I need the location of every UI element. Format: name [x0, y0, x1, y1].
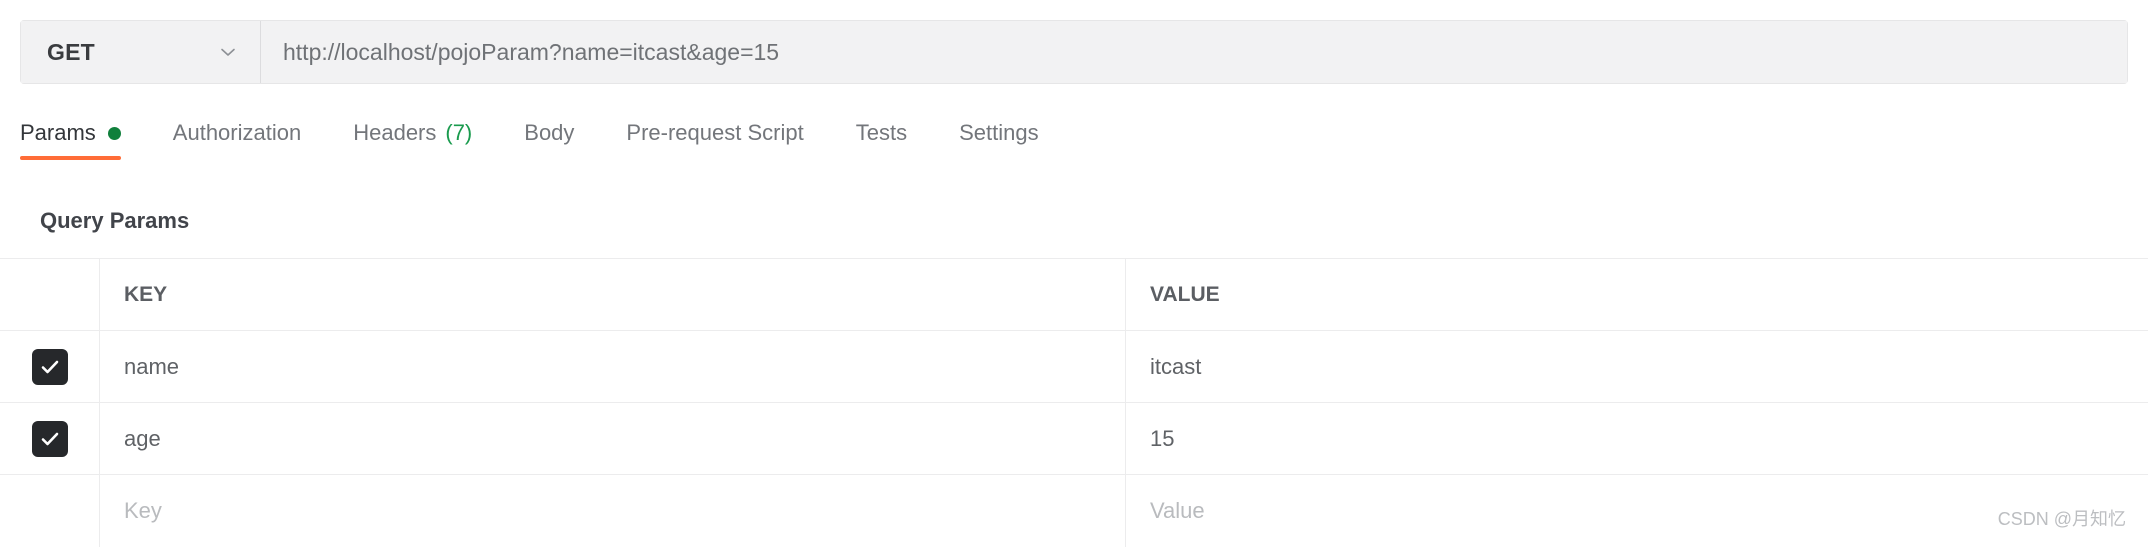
http-method-select[interactable]: GET	[21, 21, 261, 83]
watermark: CSDN @月知忆	[1997, 509, 2126, 529]
tab-headers-label: Headers	[353, 120, 437, 145]
table-header-row: KEY VALUE	[0, 259, 2148, 331]
http-method-label: GET	[47, 38, 95, 65]
param-key-input[interactable]: age	[100, 403, 1126, 474]
request-url-text: http://localhost/pojoParam?name=itcast&a…	[283, 38, 780, 65]
column-header-key: KEY	[100, 259, 1126, 330]
tab-settings-label: Settings	[959, 120, 1039, 145]
tab-settings[interactable]: Settings	[959, 122, 1065, 160]
tab-headers-count: (7)	[445, 120, 473, 145]
query-params-table: KEY VALUE name itcast age 15 Key Value	[0, 258, 2148, 547]
new-param-value-placeholder: Value	[1150, 498, 1205, 523]
header-check-cell	[0, 259, 100, 330]
param-value-input[interactable]: 15	[1126, 403, 2148, 474]
table-row-empty: Key Value	[0, 475, 2148, 547]
row-check-cell	[0, 331, 100, 402]
request-url-input[interactable]: http://localhost/pojoParam?name=itcast&a…	[261, 21, 2127, 83]
param-key-input[interactable]: name	[100, 331, 1126, 402]
column-header-value: VALUE	[1150, 282, 1220, 306]
query-params-title: Query Params	[40, 208, 190, 233]
param-key-text: age	[124, 425, 161, 451]
tab-params[interactable]: Params	[20, 122, 147, 160]
param-value-text: itcast	[1150, 353, 1202, 379]
row-check-cell	[0, 403, 100, 474]
tab-tests-label: Tests	[855, 120, 908, 145]
param-enabled-checkbox[interactable]	[31, 420, 68, 457]
request-bar: GET http://localhost/pojoParam?name=itca…	[20, 20, 2128, 84]
params-modified-dot-icon	[107, 126, 121, 140]
row-check-cell-empty	[0, 475, 100, 547]
param-key-text: name	[124, 353, 180, 379]
tab-pre-request-script-label: Pre-request Script	[626, 120, 804, 145]
table-row: name itcast	[0, 331, 2148, 403]
new-param-value-input[interactable]: Value	[1126, 475, 2148, 547]
tab-authorization[interactable]: Authorization	[173, 122, 327, 160]
tab-tests[interactable]: Tests	[856, 122, 933, 160]
table-row: age 15	[0, 403, 2148, 475]
param-value-text: 15	[1150, 425, 1175, 451]
tab-body[interactable]: Body	[524, 122, 600, 160]
tab-headers[interactable]: Headers (7)	[353, 122, 498, 160]
new-param-key-placeholder: Key	[124, 498, 162, 523]
param-value-input[interactable]: itcast	[1126, 331, 2148, 402]
chevron-down-icon	[218, 42, 238, 62]
tab-authorization-label: Authorization	[172, 120, 302, 145]
new-param-key-input[interactable]: Key	[100, 475, 1126, 547]
tab-pre-request-script[interactable]: Pre-request Script	[626, 122, 829, 160]
active-tab-underline	[20, 156, 121, 160]
request-tabs: Params Authorization Headers (7) Body Pr…	[20, 122, 1091, 178]
tab-params-label: Params	[20, 120, 96, 145]
tab-body-label: Body	[524, 120, 575, 145]
param-enabled-checkbox[interactable]	[31, 348, 68, 385]
